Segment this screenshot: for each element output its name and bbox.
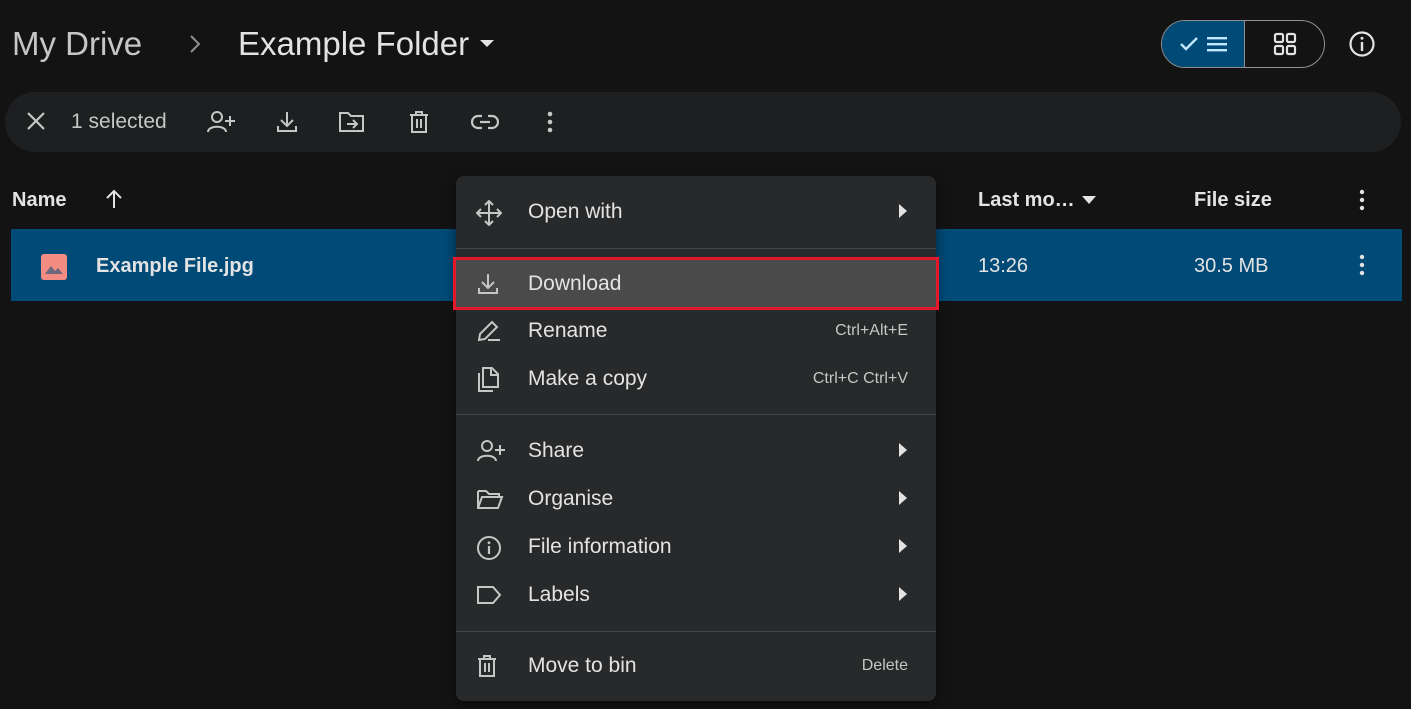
menu-divider (456, 631, 936, 632)
breadcrumb-root[interactable]: My Drive (12, 24, 142, 64)
more-vert-icon[interactable] (1357, 189, 1367, 211)
grid-icon (1273, 32, 1297, 56)
menu-item-share[interactable]: Share (456, 427, 936, 475)
list-icon (1206, 35, 1228, 53)
submenu-arrow-icon (898, 491, 908, 505)
menu-item-shortcut: Ctrl+Alt+E (835, 322, 908, 339)
breadcrumb-current-folder[interactable]: Example Folder (238, 24, 495, 64)
menu-item-label: Rename (528, 319, 608, 342)
submenu-arrow-icon (898, 587, 908, 601)
link-icon[interactable] (471, 110, 499, 134)
caret-down-icon (479, 39, 495, 49)
download-icon[interactable] (275, 110, 299, 134)
info-icon (476, 535, 502, 561)
label-icon (476, 583, 502, 607)
close-icon[interactable] (25, 110, 47, 132)
menu-divider (456, 248, 936, 249)
trash-icon[interactable] (408, 110, 430, 134)
trash-icon (476, 654, 498, 678)
menu-item-label: Labels (528, 583, 590, 606)
menu-item-label: Organise (528, 487, 614, 510)
menu-item-move-to-bin[interactable]: Move to bin Delete (456, 642, 936, 690)
column-header-file-size[interactable]: File size (1194, 188, 1272, 212)
image-file-icon (41, 254, 67, 280)
more-vert-icon[interactable] (545, 110, 555, 134)
menu-item-label: Make a copy (528, 367, 648, 390)
file-size: 30.5 MB (1194, 255, 1269, 277)
menu-item-labels[interactable]: Labels (456, 571, 936, 619)
context-menu: Open with Download Rename Ctrl+Alt+E Mak… (456, 176, 936, 701)
caret-down-icon[interactable] (1082, 196, 1096, 205)
sort-arrow-up-icon[interactable] (104, 188, 124, 210)
folder-open-icon (476, 487, 504, 511)
menu-item-label: Share (528, 439, 585, 462)
submenu-arrow-icon (898, 204, 908, 218)
menu-item-rename[interactable]: Rename Ctrl+Alt+E (456, 307, 936, 355)
view-toggle (1161, 20, 1325, 68)
check-icon (1178, 35, 1200, 53)
submenu-arrow-icon (898, 539, 908, 553)
menu-item-file-information[interactable]: File information (456, 523, 936, 571)
share-icon[interactable] (206, 110, 236, 134)
selection-toolbar (5, 92, 1401, 152)
share-icon (476, 439, 506, 463)
file-modified: 13:26 (978, 255, 1029, 277)
menu-item-open-with[interactable]: Open with (456, 188, 936, 236)
menu-item-organise[interactable]: Organise (456, 475, 936, 523)
menu-divider (456, 414, 936, 415)
more-vert-icon[interactable] (1357, 254, 1367, 276)
menu-item-label: Open with (528, 200, 623, 223)
menu-item-label: File information (528, 535, 672, 558)
download-highlight-box (453, 257, 939, 310)
list-view-button[interactable] (1162, 21, 1245, 67)
chevron-right-icon (186, 33, 204, 55)
file-name: Example File.jpg (96, 255, 254, 277)
breadcrumb-current-label: Example Folder (238, 25, 470, 62)
column-header-name[interactable]: Name (12, 188, 66, 212)
menu-item-shortcut: Delete (861, 657, 908, 674)
selected-count: 1 selected (71, 110, 167, 133)
menu-item-shortcut: Ctrl+C Ctrl+V (812, 370, 908, 387)
open-with-icon (476, 200, 502, 226)
menu-item-make-a-copy[interactable]: Make a copy Ctrl+C Ctrl+V (456, 355, 936, 403)
rename-icon (476, 319, 502, 343)
menu-item-label: Move to bin (528, 654, 637, 677)
copy-icon (476, 367, 500, 393)
info-icon[interactable] (1348, 30, 1376, 58)
grid-view-button[interactable] (1245, 21, 1324, 67)
column-header-last-modified[interactable]: Last mo… (978, 188, 1075, 212)
move-icon[interactable] (338, 110, 366, 134)
submenu-arrow-icon (898, 443, 908, 457)
